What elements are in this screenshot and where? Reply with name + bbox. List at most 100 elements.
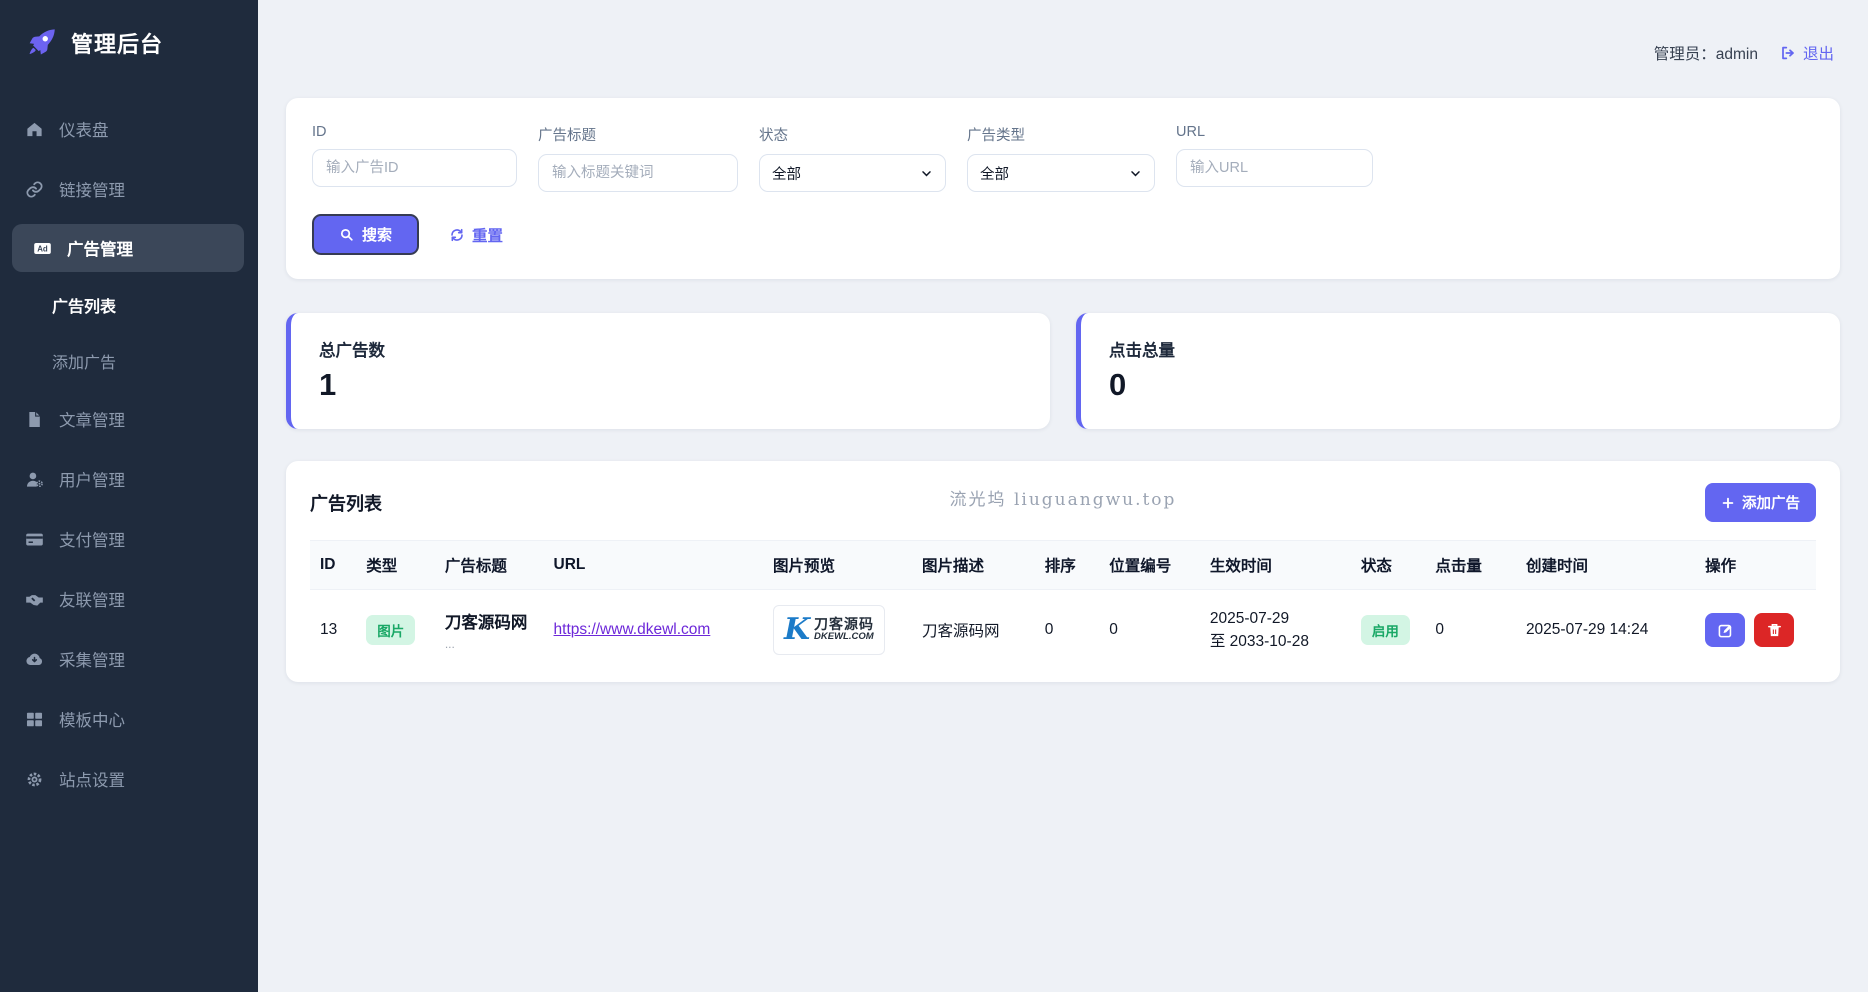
topbar: 管理员：admin 退出 — [286, 0, 1840, 98]
delete-button[interactable] — [1754, 613, 1794, 647]
cell-effective-time: 2025-07-29 至 2033-10-28 — [1200, 590, 1351, 671]
col-id: ID — [310, 541, 356, 590]
logout-link[interactable]: 退出 — [1780, 42, 1834, 64]
reset-button[interactable]: 重置 — [449, 224, 503, 246]
chevron-down-icon — [920, 167, 933, 180]
cell-status: 启用 — [1351, 590, 1425, 671]
refresh-icon — [449, 227, 465, 243]
status-badge: 启用 — [1361, 615, 1410, 645]
table-title: 广告列表 — [310, 490, 382, 516]
sidebar-subitem-label: 广告列表 — [52, 299, 116, 316]
col-effective-time: 生效时间 — [1200, 541, 1351, 590]
trash-icon — [1766, 622, 1783, 639]
cloud-download-icon — [24, 649, 44, 669]
sidebar-item-links[interactable]: 链接管理 — [0, 164, 258, 214]
ad-title-input[interactable] — [538, 154, 738, 192]
filter-url-label: URL — [1176, 124, 1373, 140]
sidebar-item-templates[interactable]: 模板中心 — [0, 694, 258, 744]
ad-id-input[interactable] — [312, 149, 517, 187]
sidebar-subitem-label: 添加广告 — [52, 355, 116, 372]
link-icon — [24, 179, 44, 199]
cell-image-desc: 刀客源码网 — [912, 590, 1035, 671]
col-created-at: 创建时间 — [1516, 541, 1695, 590]
add-ad-button-label: 添加广告 — [1742, 492, 1800, 513]
cell-clicks: 0 — [1425, 590, 1516, 671]
filter-title-label: 广告标题 — [538, 124, 738, 145]
cell-actions — [1695, 590, 1816, 671]
home-icon — [24, 119, 44, 139]
sidebar-subitem-ad-list[interactable]: 广告列表 — [0, 282, 258, 328]
handshake-icon — [24, 589, 44, 609]
col-image-preview: 图片预览 — [763, 541, 912, 590]
sidebar-item-label: 用户管理 — [59, 467, 125, 491]
filter-field-title: 广告标题 — [538, 124, 738, 192]
search-icon — [339, 227, 354, 242]
cell-image-preview: K 刀客源码 DKEWL.COM — [763, 590, 912, 671]
add-ad-button[interactable]: 添加广告 — [1705, 483, 1816, 522]
sidebar-item-label: 文章管理 — [59, 407, 125, 431]
user-gear-icon — [24, 469, 44, 489]
app-title: 管理后台 — [71, 27, 163, 59]
cell-url: https://www.dkewl.com — [544, 590, 763, 671]
chevron-down-icon — [1129, 167, 1142, 180]
effective-to: 至 2033-10-28 — [1210, 630, 1341, 653]
edit-button[interactable] — [1705, 613, 1745, 647]
ad-icon: Ad — [32, 238, 52, 258]
credit-card-icon — [24, 529, 44, 549]
sidebar: 管理后台 仪表盘 链接管理 Ad 广告管理 — [0, 0, 258, 992]
table-header-row: ID 类型 广告标题 URL 图片预览 图片描述 排序 位置编号 生效时间 状态… — [310, 541, 1816, 590]
sidebar-item-label: 模板中心 — [59, 707, 125, 731]
status-select-value: 全部 — [772, 163, 801, 184]
table-row: 13 图片 刀客源码网 ... https://www.dkewl.com — [310, 590, 1816, 671]
sidebar-item-dashboard[interactable]: 仪表盘 — [0, 104, 258, 154]
search-button-label: 搜索 — [362, 224, 392, 245]
col-title: 广告标题 — [435, 541, 544, 590]
watermark-text: 流光坞 liuguangwu.top — [310, 485, 1816, 510]
logout-icon — [1780, 45, 1796, 61]
dkewl-logo-cn: 刀客源码 — [814, 617, 874, 632]
sidebar-item-collection[interactable]: 采集管理 — [0, 634, 258, 684]
filter-type-label: 广告类型 — [967, 124, 1155, 145]
filter-panel: ID 广告标题 状态 全部 广告类型 — [286, 98, 1840, 279]
sidebar-item-ads[interactable]: Ad 广告管理 — [12, 224, 244, 272]
reset-button-label: 重置 — [472, 224, 503, 246]
cell-created-at: 2025-07-29 14:24 — [1516, 590, 1695, 671]
file-icon — [24, 409, 44, 429]
main-content: 管理员：admin 退出 ID 广告标题 状态 全部 — [258, 0, 1868, 992]
ad-title-text: 刀客源码网 — [445, 609, 534, 633]
edit-pen-icon — [1717, 622, 1734, 639]
cell-position: 0 — [1099, 590, 1200, 671]
filter-field-id: ID — [312, 124, 517, 192]
ad-url-link[interactable]: https://www.dkewl.com — [554, 621, 711, 638]
sidebar-item-friend-links[interactable]: 友联管理 — [0, 574, 258, 624]
ad-type-select[interactable]: 全部 — [967, 154, 1155, 192]
stat-card-total-ads: 总广告数 1 — [286, 313, 1050, 429]
ad-list-panel: 广告列表 流光坞 liuguangwu.top 添加广告 ID — [286, 461, 1840, 682]
ad-title-ellipsis: ... — [445, 637, 534, 651]
stat-value: 0 — [1109, 367, 1812, 403]
sidebar-subitem-add-ad[interactable]: 添加广告 — [0, 338, 258, 384]
stat-cards: 总广告数 1 点击总量 0 — [286, 313, 1840, 429]
filter-field-type: 广告类型 全部 — [967, 124, 1155, 192]
filter-field-url: URL — [1176, 124, 1373, 192]
sidebar-item-label: 采集管理 — [59, 647, 125, 671]
type-badge: 图片 — [366, 615, 415, 645]
url-input[interactable] — [1176, 149, 1373, 187]
dkewl-logo-text: 刀客源码 DKEWL.COM — [814, 617, 874, 643]
admin-user-label: 管理员：admin — [1654, 42, 1758, 64]
sidebar-item-articles[interactable]: 文章管理 — [0, 394, 258, 444]
stat-card-total-clicks: 点击总量 0 — [1076, 313, 1840, 429]
cell-title: 刀客源码网 ... — [435, 590, 544, 671]
sidebar-item-users[interactable]: 用户管理 — [0, 454, 258, 504]
sidebar-item-payments[interactable]: 支付管理 — [0, 514, 258, 564]
sidebar-item-label: 链接管理 — [59, 177, 125, 201]
cell-id: 13 — [310, 590, 356, 671]
col-url: URL — [544, 541, 763, 590]
ad-image-preview[interactable]: K 刀客源码 DKEWL.COM — [773, 605, 885, 655]
sidebar-item-site-settings[interactable]: 站点设置 — [0, 754, 258, 804]
sidebar-item-label: 友联管理 — [59, 587, 125, 611]
search-button[interactable]: 搜索 — [312, 214, 419, 255]
col-clicks: 点击量 — [1425, 541, 1516, 590]
status-select[interactable]: 全部 — [759, 154, 946, 192]
effective-from: 2025-07-29 — [1210, 607, 1341, 630]
